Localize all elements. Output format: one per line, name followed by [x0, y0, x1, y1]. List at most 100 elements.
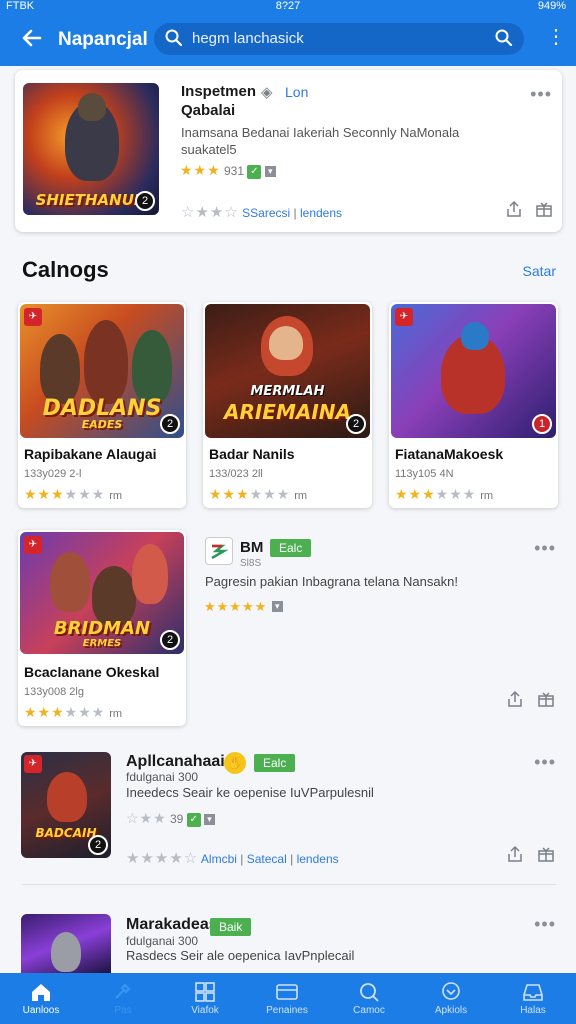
featured-menu-icon[interactable]: •••	[530, 84, 552, 105]
hero-figure	[92, 566, 136, 626]
wide-app-tag[interactable]: Ealc	[270, 539, 312, 557]
grid-item-stars: ★★★★★★ rm	[209, 486, 308, 502]
wide-item-stars: ★★★★★★ rm	[24, 704, 123, 720]
wide-app-icon[interactable]	[205, 537, 233, 565]
grid-card[interactable]: ✈ 1 FiatanaMakoesk 113y105 4N ★★★★★★ rm	[389, 302, 558, 508]
section-see-all-link[interactable]: Satar	[523, 263, 556, 279]
list-item-tag[interactable]: Ealc	[254, 754, 296, 772]
sticker-icon: ✋	[224, 752, 246, 774]
nav-item-apps[interactable]: Apkiols	[410, 973, 492, 1024]
share-icon[interactable]	[506, 845, 524, 863]
inbox-icon	[521, 981, 545, 1003]
featured-rating: ★★★ 931 ✓ ▾	[180, 162, 276, 179]
info-badge-icon: ▾	[264, 166, 276, 178]
bottom-navigation: Uanloos Pas Viafok Penaines Camoc Apkiol…	[0, 973, 576, 1024]
section-title: Calnogs	[22, 257, 109, 282]
nav-item-home[interactable]: Uanloos	[0, 973, 82, 1024]
age-badge-icon: 2	[160, 414, 180, 434]
wide-item-thumbnail: BRIDMAN ERMES ✈ 2	[20, 532, 184, 654]
search-bar[interactable]: hegm lanchasick	[154, 23, 524, 55]
wide-app-rating: ★★★★★ ▾	[204, 598, 283, 616]
home-icon	[29, 981, 53, 1003]
hot-badge-icon: ✈	[24, 755, 42, 773]
hero-figure	[40, 334, 80, 404]
rating-stars: ☆★★	[126, 810, 167, 826]
badge-icon	[439, 981, 463, 1003]
grid-card[interactable]: DADLANS EADES ✈ 2 Rapibakane Alaugai 133…	[18, 302, 186, 508]
wide-item-meta: 133y008 2lg	[24, 686, 84, 698]
hot-badge-icon: ✈	[24, 308, 42, 326]
hero-figure	[132, 544, 168, 604]
featured-card[interactable]: SHIETHANUN 2 Inspetmen ◈ Lon Qabalai Ina…	[15, 70, 562, 232]
search-input[interactable]: hegm lanchasick	[192, 30, 304, 47]
overflow-menu-icon[interactable]: ⋮	[546, 26, 566, 48]
age-badge-icon: 2	[135, 191, 155, 211]
age-badge-icon: 2	[160, 630, 180, 650]
footer-stars: ★★★★☆	[126, 850, 199, 867]
clock: 8?27	[275, 0, 301, 12]
nav-item-cards[interactable]: Penaines	[246, 973, 328, 1024]
hero-head	[269, 326, 303, 360]
grid-art-subtitle: MERMLAH	[250, 384, 325, 399]
search-submit-icon[interactable]	[494, 28, 514, 48]
list-item-description: Ineedecs Seair ke oepenise IuVParpulesni…	[126, 785, 374, 800]
verified-badge-icon: ✓	[247, 164, 262, 179]
list-item-sub: fdulganai 300	[126, 934, 199, 948]
back-arrow-icon[interactable]	[18, 24, 46, 52]
verified-icon: ◈	[261, 84, 273, 101]
page-title: Napancjal	[58, 29, 148, 50]
wide-item-menu-icon[interactable]: •••	[534, 538, 556, 559]
hero-head	[461, 322, 489, 350]
gift-icon[interactable]	[537, 845, 555, 863]
hot-badge-icon: ✈	[395, 308, 413, 326]
featured-footer: ☆★★☆ SSarecsi | lendens	[181, 204, 343, 221]
gift-icon[interactable]	[535, 200, 553, 218]
robot-figure	[51, 932, 81, 972]
gift-icon[interactable]	[537, 690, 555, 708]
card-icon	[275, 981, 299, 1003]
grid-item-stars: ★★★★★★ rm	[24, 486, 123, 502]
search-icon	[164, 28, 184, 48]
list-item-menu-icon[interactable]: •••	[534, 914, 556, 935]
wide-app-name: BM	[240, 539, 264, 556]
battery-label: 949%	[537, 0, 566, 12]
app-bar: FTBK 8?27 949% Napancjal hegm lanchasick…	[0, 0, 576, 66]
grid-thumbnail: MERMLAH ARIEMAINA 2	[205, 304, 370, 438]
grid-item-name: Badar Nanils	[209, 446, 295, 462]
footer-stars: ☆★★☆	[181, 204, 239, 221]
wide-item-name: Bcaclanane Okeskal	[24, 664, 160, 680]
grid-item-meta: 133/023 2ll	[209, 468, 263, 480]
status-bar: FTBK 8?27 949%	[0, 0, 576, 14]
nav-item-search[interactable]: Camoc	[328, 973, 410, 1024]
list-item-thumbnail[interactable]: BADCAIH ✈ 2	[21, 752, 111, 858]
list-item-tag[interactable]: Baik	[210, 918, 252, 936]
featured-description: Inamsana Bedanai Iakeriah Seconnly NaMon…	[181, 125, 460, 157]
featured-subtitle: Qabalai	[181, 102, 236, 119]
verified-badge-icon: ✓	[186, 812, 201, 827]
list-item-menu-icon[interactable]: •••	[534, 752, 556, 773]
info-badge-icon: ▾	[271, 601, 283, 613]
nav-item-grid[interactable]: Viafok	[164, 973, 246, 1024]
share-icon[interactable]	[506, 690, 524, 708]
wide-app-description: Pagresin pakian Inbagrana telana Nansakn…	[205, 574, 458, 589]
grid-item-stars: ★★★★★★ rm	[395, 486, 494, 502]
nav-item-tools[interactable]: Pas	[82, 973, 164, 1024]
rating-stars: ★★★	[180, 162, 221, 178]
nav-item-inbox[interactable]: Halas	[492, 973, 574, 1024]
list-divider	[22, 884, 556, 885]
search-icon	[357, 981, 381, 1003]
age-badge-icon: 2	[88, 835, 108, 855]
grid-card[interactable]: MERMLAH ARIEMAINA 2 Badar Nanils 133/023…	[203, 302, 372, 508]
featured-link[interactable]: Lon	[285, 84, 308, 100]
wide-app-sub: Sl8S	[240, 558, 262, 569]
list-item-title: Marakadeas	[126, 916, 218, 933]
list-item-sub: fdulganai 300	[126, 770, 199, 784]
share-icon[interactable]	[505, 200, 523, 218]
grid-item-meta: 113y105 4N	[395, 468, 454, 480]
list-item-thumbnail[interactable]	[21, 914, 111, 973]
grid-item-name: Rapibakane Alaugai	[24, 446, 157, 462]
wide-item-card[interactable]: BRIDMAN ERMES ✈ 2 Bcaclanane Okeskal 133…	[18, 530, 186, 726]
list-item-title: Apllcanahaai	[126, 753, 225, 770]
hero-figure	[84, 320, 128, 404]
hero-figure	[47, 772, 87, 822]
